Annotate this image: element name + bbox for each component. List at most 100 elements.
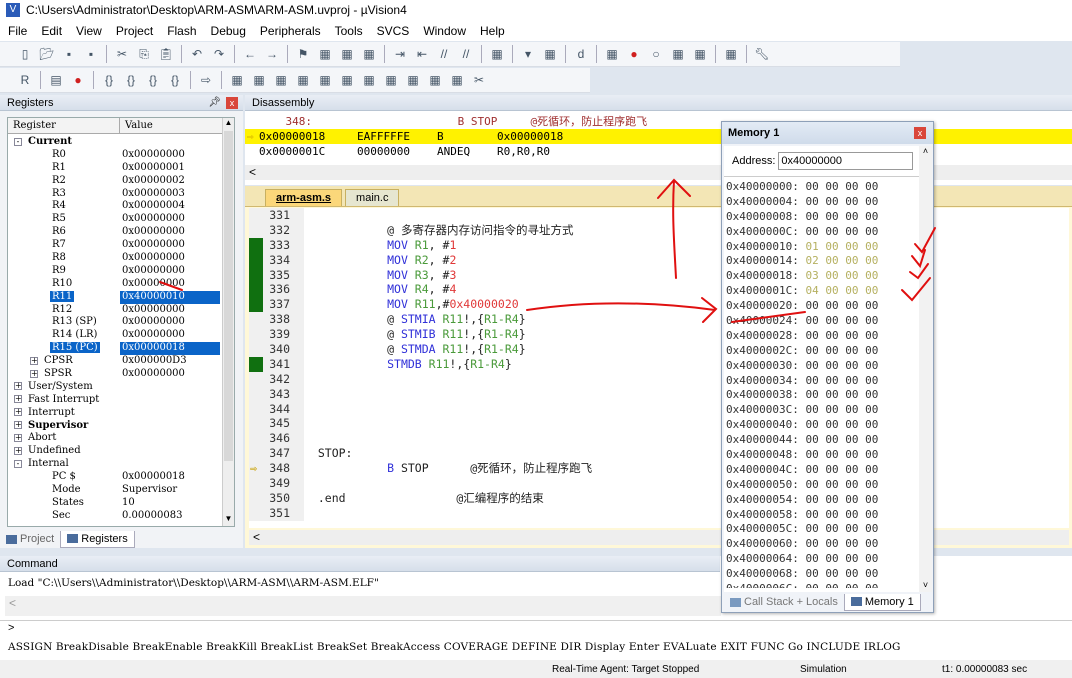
code-line[interactable]: 335 MOV R3, #3 <box>249 267 1069 283</box>
tab-call-stack[interactable]: Call Stack + Locals <box>724 594 844 610</box>
register-row[interactable]: R4 0x00000004 <box>8 200 222 213</box>
memory-row[interactable]: 0x40000064: 00 00 00 00 <box>724 552 932 567</box>
register-row[interactable]: - Internal <box>8 458 222 471</box>
register-row[interactable]: + Abort <box>8 432 222 445</box>
expand-icon[interactable]: + <box>14 446 22 455</box>
register-row[interactable]: R14 (LR) 0x00000000 <box>8 329 222 342</box>
editor-tab-main-c[interactable]: main.c <box>345 189 400 206</box>
code-line[interactable]: 347 STOP: <box>249 446 1069 462</box>
column-register[interactable]: Register <box>8 118 120 133</box>
close-icon[interactable]: x <box>226 97 238 109</box>
code-line[interactable]: 350 .end @汇编程序的结束 <box>249 490 1069 506</box>
collapse-icon[interactable]: - <box>14 137 22 146</box>
step-out-icon[interactable]: {} <box>145 72 161 88</box>
register-row[interactable]: R5 0x00000000 <box>8 213 222 226</box>
code-line[interactable]: 339 @ STMIB R11!,{R1-R4} <box>249 327 1069 343</box>
register-row[interactable]: R15 (PC) 0x00000018 <box>8 342 222 356</box>
prev-bookmark-icon[interactable]: ▦ <box>317 46 333 62</box>
memory-row[interactable]: 0x4000006C: 00 00 00 00 <box>724 582 932 588</box>
register-row[interactable]: R7 0x00000000 <box>8 239 222 252</box>
register-row[interactable]: - Current <box>8 136 222 149</box>
clear-bookmarks-icon[interactable]: ▦ <box>361 46 377 62</box>
close-icon[interactable]: x <box>914 127 926 139</box>
memory-row[interactable]: 0x40000034: 00 00 00 00 <box>724 374 932 389</box>
register-row[interactable]: + Supervisor <box>8 420 222 433</box>
tab-memory-1[interactable]: Memory 1 <box>843 593 921 611</box>
memory-row[interactable]: 0x40000050: 00 00 00 00 <box>724 478 932 493</box>
watch-window-icon[interactable]: ▦ <box>339 72 355 88</box>
menu-window[interactable]: Window <box>423 24 466 38</box>
expand-icon[interactable]: + <box>14 408 22 417</box>
register-row[interactable]: R0 0x00000000 <box>8 149 222 162</box>
editor-hscrollbar[interactable]: < <box>249 530 1069 545</box>
debug-session-icon[interactable]: d <box>573 46 589 62</box>
tab-project[interactable]: Project <box>0 531 60 547</box>
registers-scrollbar[interactable]: ▲ ▼ <box>222 118 234 526</box>
register-row[interactable]: + Fast Interrupt <box>8 394 222 407</box>
code-line[interactable]: 351 <box>249 505 1069 521</box>
code-line[interactable]: 332 @ 多寄存器内存访问指令的寻址方式 <box>249 222 1069 238</box>
new-file-icon[interactable]: ▯ <box>17 46 33 62</box>
memory-row[interactable]: 0x40000004: 00 00 00 00 <box>724 195 932 210</box>
memory-row[interactable]: 0x40000028: 00 00 00 00 <box>724 329 932 344</box>
menu-project[interactable]: Project <box>116 24 153 38</box>
window-layout-icon[interactable]: ▦ <box>723 46 739 62</box>
register-row[interactable]: Mode Supervisor <box>8 484 222 497</box>
nav-forward-icon[interactable]: → <box>264 46 280 62</box>
address-input[interactable] <box>778 152 914 170</box>
menu-edit[interactable]: Edit <box>41 24 62 38</box>
code-line[interactable]: 334 MOV R2, #2 <box>249 252 1069 268</box>
code-line[interactable]: 333 MOV R1, #1 <box>249 237 1069 253</box>
menu-file[interactable]: File <box>8 24 27 38</box>
step-into-icon[interactable]: {} <box>101 72 117 88</box>
command-hscrollbar[interactable]: < <box>5 596 721 616</box>
next-bookmark-icon[interactable]: ▦ <box>339 46 355 62</box>
step-over-icon[interactable]: {} <box>123 72 139 88</box>
expand-icon[interactable]: + <box>30 356 38 365</box>
disassembly-line[interactable]: ⇨ 0x00000018 EAFFFFFE B 0x00000018 <box>245 129 1072 144</box>
register-row[interactable]: R11 0x40000010 <box>8 290 222 304</box>
register-row[interactable]: + User/System <box>8 381 222 394</box>
register-row[interactable]: PC $ 0x00000018 <box>8 471 222 484</box>
code-line[interactable]: 336 MOV R4, #4 <box>249 282 1069 298</box>
start-stop-debug-icon[interactable]: ▦ <box>604 46 620 62</box>
memory-row[interactable]: 0x40000010: 01 00 00 00 <box>724 240 932 255</box>
tab-registers[interactable]: Registers <box>60 530 135 548</box>
system-viewer-icon[interactable]: ▦ <box>449 72 465 88</box>
dropdown-icon[interactable]: ▾ <box>520 46 536 62</box>
memory-row[interactable]: 0x40000008: 00 00 00 00 <box>724 210 932 225</box>
menu-svcs[interactable]: SVCS <box>377 24 410 38</box>
expand-icon[interactable]: + <box>30 369 38 378</box>
code-line[interactable]: 341 STMDB R11!,{R1-R4} <box>249 356 1069 372</box>
memory-row[interactable]: 0x40000060: 00 00 00 00 <box>724 537 932 552</box>
show-next-statement-icon[interactable]: ⇨ <box>198 72 214 88</box>
find-in-files-icon[interactable]: ▦ <box>542 46 558 62</box>
stop-icon[interactable]: ● <box>70 72 86 88</box>
memory-row[interactable]: 0x4000004C: 00 00 00 00 <box>724 463 932 478</box>
open-project-icon[interactable]: ▦ <box>489 46 505 62</box>
symbols-window-icon[interactable]: ▦ <box>273 72 289 88</box>
expand-icon[interactable]: + <box>14 382 22 391</box>
memory-window-icon[interactable]: ▦ <box>361 72 377 88</box>
code-line[interactable]: 343 <box>249 386 1069 402</box>
disassembly-window-icon[interactable]: ▦ <box>251 72 267 88</box>
code-line[interactable]: ⇨ 348 B STOP @死循环，防止程序跑飞 <box>249 461 1069 477</box>
save-all-icon[interactable]: ▪ <box>83 46 99 62</box>
memory-row[interactable]: 0x40000014: 02 00 00 00 <box>724 254 932 269</box>
copy-icon[interactable]: ⎘ <box>136 46 152 62</box>
memory-row[interactable]: 0x4000003C: 00 00 00 00 <box>724 403 932 418</box>
registers-window-icon[interactable]: ▦ <box>295 72 311 88</box>
menu-view[interactable]: View <box>76 24 102 38</box>
menu-debug[interactable]: Debug <box>211 24 246 38</box>
code-line[interactable]: 331 <box>249 208 1069 223</box>
undo-icon[interactable]: ↶ <box>189 46 205 62</box>
code-line[interactable]: 346 <box>249 431 1069 447</box>
code-line[interactable]: 344 <box>249 401 1069 417</box>
pin-icon[interactable]: 📌︎ <box>208 95 221 111</box>
memory-row[interactable]: 0x4000000C: 00 00 00 00 <box>724 225 932 240</box>
uncomment-icon[interactable]: // <box>458 46 474 62</box>
memory-row[interactable]: 0x40000044: 00 00 00 00 <box>724 433 932 448</box>
trace-window-icon[interactable]: ▦ <box>427 72 443 88</box>
register-row[interactable]: R9 0x00000000 <box>8 265 222 278</box>
reset-icon[interactable]: R <box>17 72 33 88</box>
